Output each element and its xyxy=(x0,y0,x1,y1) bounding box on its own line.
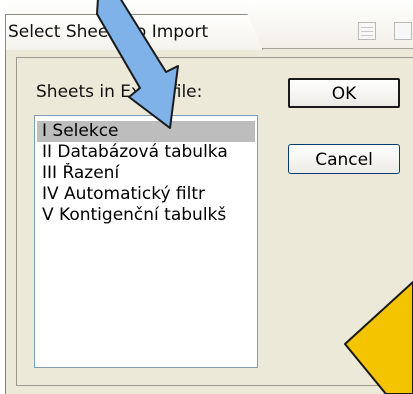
list-item[interactable]: III Řazení xyxy=(42,163,256,184)
dialog-title: Select Sheets to Import xyxy=(8,22,209,42)
sheets-listbox[interactable]: I Selekce II Databázová tabulka III Řaze… xyxy=(34,115,258,368)
cancel-button[interactable]: Cancel xyxy=(288,144,400,174)
list-item[interactable]: V Kontigenční tabulkš xyxy=(42,205,256,226)
sheets-label: Sheets in Excel file: xyxy=(36,82,203,102)
list-item[interactable]: IV Automatický filtr xyxy=(42,184,256,205)
list-item[interactable]: II Databázová tabulka xyxy=(42,142,256,163)
ok-button[interactable]: OK xyxy=(288,78,400,108)
list-item[interactable]: I Selekce xyxy=(37,121,255,142)
window-tile-icon[interactable] xyxy=(358,22,376,40)
window-restore-icon[interactable] xyxy=(394,22,412,40)
